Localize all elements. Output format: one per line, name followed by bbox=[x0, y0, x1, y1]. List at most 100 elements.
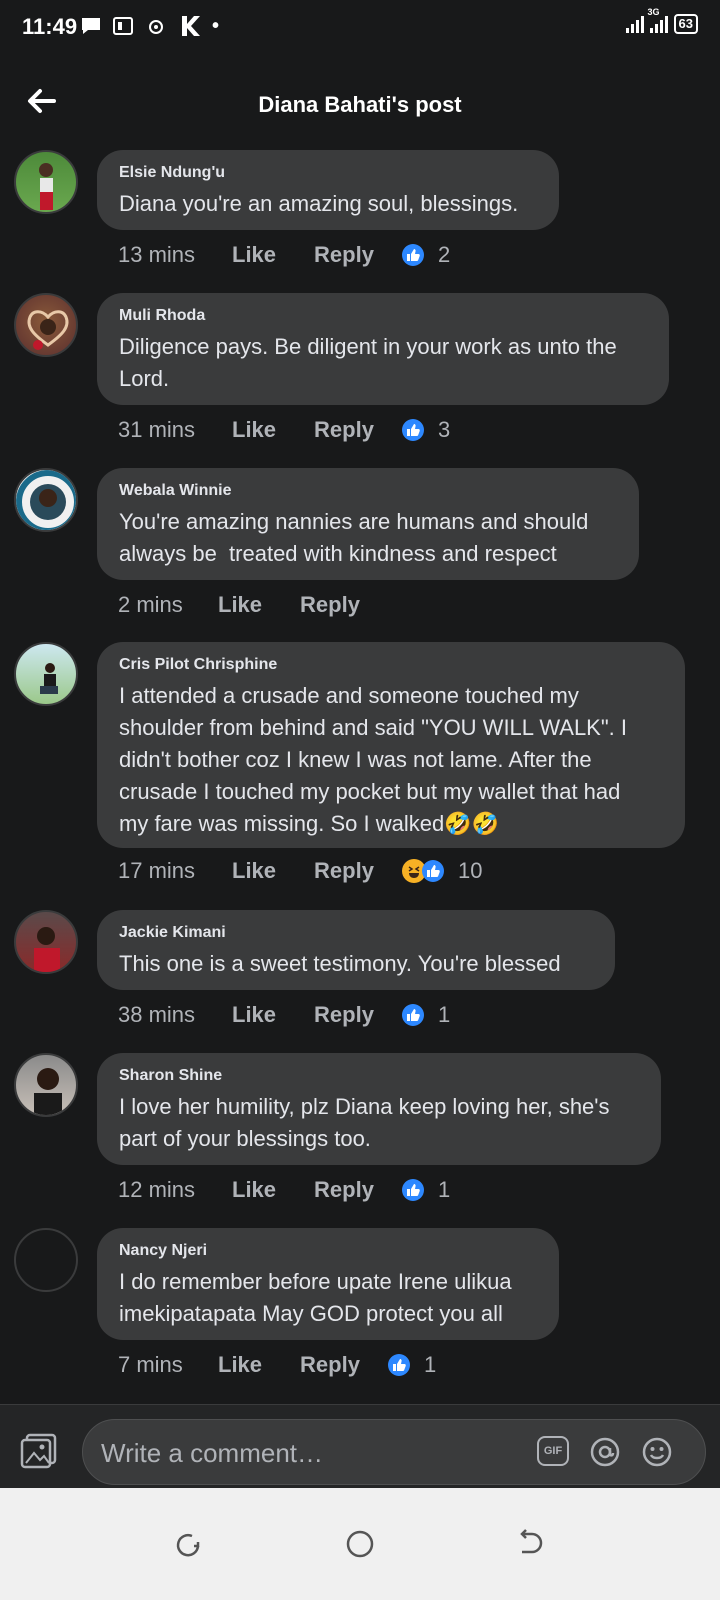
comment-composer: Write a comment… GIF bbox=[0, 1404, 720, 1489]
comment-text: I do remember before upate Irene ulikua … bbox=[119, 1269, 512, 1326]
photo-icon[interactable] bbox=[20, 1433, 58, 1469]
avatar[interactable] bbox=[14, 642, 78, 706]
reply-button[interactable]: Reply bbox=[314, 858, 374, 884]
avatar[interactable] bbox=[14, 293, 78, 357]
commenter-name[interactable]: Muli Rhoda bbox=[119, 307, 647, 325]
comment-actions: 2 mins Like Reply bbox=[118, 590, 398, 620]
reactions[interactable]: 10 bbox=[401, 858, 483, 884]
comment-input[interactable]: Write a comment… GIF bbox=[82, 1419, 706, 1485]
system-nav-bar bbox=[0, 1488, 720, 1600]
comment-text: This one is a sweet testimony. You're bl… bbox=[119, 951, 561, 976]
reply-button[interactable]: Reply bbox=[300, 1352, 360, 1378]
page-title: Diana Bahati's post bbox=[258, 92, 462, 117]
commenter-name[interactable]: Elsie Ndung'u bbox=[119, 164, 537, 182]
status-bar: 11:49 • 3G 63 bbox=[0, 0, 720, 56]
reaction-count: 3 bbox=[437, 417, 451, 442]
mention-icon[interactable] bbox=[589, 1436, 621, 1468]
post-header: Diana Bahati's post bbox=[0, 70, 720, 140]
comment-text: Diana you're an amazing soul, blessings. bbox=[119, 191, 519, 216]
avatar[interactable] bbox=[14, 468, 78, 532]
comment-time[interactable]: 31 mins bbox=[118, 417, 208, 443]
notification-icons: • bbox=[80, 14, 219, 38]
k-app-icon bbox=[182, 16, 200, 36]
like-button[interactable]: Like bbox=[232, 1002, 276, 1028]
signal-3g-icon: 3G bbox=[648, 7, 668, 33]
comment-bubble[interactable]: Elsie Ndung'u Diana you're an amazing so… bbox=[97, 150, 559, 230]
comment-time[interactable]: 7 mins bbox=[118, 1352, 194, 1378]
reply-button[interactable]: Reply bbox=[300, 592, 360, 618]
comment-bubble[interactable]: Sharon Shine I love her humility, plz Di… bbox=[97, 1053, 661, 1165]
comment-bubble[interactable]: Nancy Njeri I do remember before upate I… bbox=[97, 1228, 559, 1340]
reply-button[interactable]: Reply bbox=[314, 1177, 374, 1203]
recent-apps-icon[interactable] bbox=[172, 1528, 204, 1560]
like-reaction-icon bbox=[401, 244, 424, 266]
avatar[interactable] bbox=[14, 1053, 78, 1117]
wifi-calling-icon bbox=[149, 20, 163, 34]
avatar-badge-icon bbox=[16, 470, 76, 530]
like-button[interactable]: Like bbox=[232, 858, 276, 884]
reaction-count: 1 bbox=[437, 1002, 451, 1027]
commenter-name[interactable]: Webala Winnie bbox=[119, 482, 617, 500]
like-button[interactable]: Like bbox=[218, 592, 262, 618]
comment-actions: 7 mins Like Reply 1 bbox=[118, 1350, 436, 1380]
back-icon[interactable] bbox=[514, 1528, 546, 1560]
comment-bubble[interactable]: Muli Rhoda Diligence pays. Be diligent i… bbox=[97, 293, 669, 405]
comment-text: Diligence pays. Be diligent in your work… bbox=[119, 334, 617, 391]
reactions[interactable]: 1 bbox=[401, 1177, 450, 1203]
like-button[interactable]: Like bbox=[218, 1352, 262, 1378]
like-reaction-icon bbox=[387, 1354, 410, 1376]
reactions[interactable]: 1 bbox=[387, 1352, 437, 1378]
like-button[interactable]: Like bbox=[232, 417, 276, 443]
comment-actions: 38 mins Like Reply 1 bbox=[118, 1000, 450, 1030]
comment-actions: 12 mins Like Reply 1 bbox=[118, 1175, 450, 1205]
comment-time[interactable]: 2 mins bbox=[118, 592, 194, 618]
comment-actions: 17 mins Like Reply 10 bbox=[118, 856, 482, 886]
comment-bubble[interactable]: Webala Winnie You're amazing nannies are… bbox=[97, 468, 639, 580]
comment-time[interactable]: 17 mins bbox=[118, 858, 208, 884]
reaction-count: 1 bbox=[423, 1352, 437, 1377]
commenter-name[interactable]: Sharon Shine bbox=[119, 1067, 639, 1085]
app-icon bbox=[113, 17, 133, 35]
emoji-icon[interactable] bbox=[641, 1436, 673, 1468]
comment-placeholder: Write a comment… bbox=[101, 1438, 324, 1468]
avatar-person-icon bbox=[39, 163, 53, 210]
comment-text: You're amazing nannies are humans and sh… bbox=[119, 509, 589, 566]
like-button[interactable]: Like bbox=[232, 1177, 276, 1203]
commenter-name[interactable]: Nancy Njeri bbox=[119, 1242, 537, 1260]
reply-button[interactable]: Reply bbox=[314, 417, 374, 443]
comment-actions: 31 mins Like Reply 3 bbox=[118, 415, 450, 445]
gif-icon[interactable]: GIF bbox=[537, 1436, 569, 1466]
comment-bubble[interactable]: Cris Pilot Chrisphine I attended a crusa… bbox=[97, 642, 685, 848]
like-button[interactable]: Like bbox=[232, 242, 276, 268]
home-icon[interactable] bbox=[344, 1528, 376, 1560]
comment-actions: 13 mins Like Reply 2 bbox=[118, 240, 450, 270]
commenter-name[interactable]: Jackie Kimani bbox=[119, 924, 593, 942]
reply-button[interactable]: Reply bbox=[314, 242, 374, 268]
comment-time[interactable]: 12 mins bbox=[118, 1177, 208, 1203]
comment-text: I love her humility, plz Diana keep lovi… bbox=[119, 1094, 610, 1151]
avatar-person-icon bbox=[34, 927, 60, 972]
reaction-count: 2 bbox=[437, 242, 451, 267]
commenter-name[interactable]: Cris Pilot Chrisphine bbox=[119, 656, 663, 674]
avatar[interactable] bbox=[14, 1228, 78, 1292]
reaction-count: 10 bbox=[457, 858, 483, 883]
reply-button[interactable]: Reply bbox=[314, 1002, 374, 1028]
comment-time[interactable]: 38 mins bbox=[118, 1002, 208, 1028]
avatar[interactable] bbox=[14, 150, 78, 214]
status-time: 11:49 bbox=[22, 14, 78, 39]
comment-time[interactable]: 13 mins bbox=[118, 242, 208, 268]
avatar[interactable] bbox=[14, 910, 78, 974]
avatar-person-icon bbox=[40, 663, 58, 694]
comment-text: I attended a crusade and someone touched… bbox=[119, 683, 627, 836]
avatar-person-icon bbox=[34, 1068, 62, 1115]
network-type: 3G bbox=[647, 7, 660, 17]
status-right: 3G 63 bbox=[625, 7, 698, 34]
like-reaction-icon bbox=[401, 419, 424, 441]
like-reaction-icon bbox=[421, 860, 444, 882]
reactions[interactable]: 2 bbox=[401, 242, 451, 268]
more-notifications-dot: • bbox=[212, 14, 220, 37]
reactions[interactable]: 1 bbox=[401, 1002, 451, 1028]
like-reaction-icon bbox=[401, 1004, 424, 1026]
reactions[interactable]: 3 bbox=[401, 417, 451, 443]
comment-bubble[interactable]: Jackie Kimani This one is a sweet testim… bbox=[97, 910, 615, 990]
